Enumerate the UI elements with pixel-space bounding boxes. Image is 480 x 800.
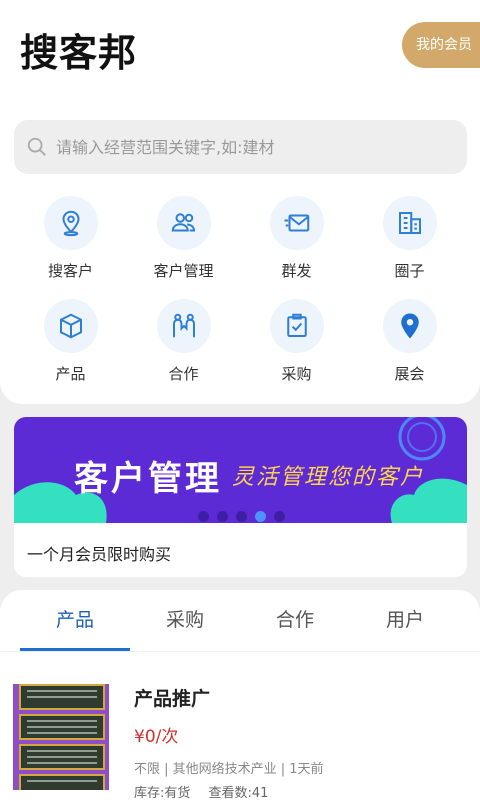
grid-item-search-customers[interactable]: 搜客户 — [14, 196, 127, 299]
grid-item-purchase[interactable]: 采购 — [240, 299, 353, 402]
product-views: 查看数:41 — [208, 786, 269, 800]
search-icon — [27, 137, 46, 156]
search-input[interactable] — [56, 137, 446, 157]
carousel-dot[interactable] — [274, 511, 285, 522]
grid-label: 群发 — [281, 262, 312, 280]
carousel-dot[interactable] — [217, 511, 228, 522]
handshake-icon — [172, 313, 195, 338]
product-thumbnail — [13, 684, 109, 790]
tab-products[interactable]: 产品 — [20, 590, 130, 651]
banner-title: 客户管理 — [74, 459, 222, 499]
promo-banner[interactable]: 客户管理 灵活管理您的客户 — [14, 417, 467, 523]
grid-item-customer-management[interactable]: 客户管理 — [127, 196, 240, 299]
product-stats: 库存:有货 查看数:41 — [134, 782, 268, 800]
users-icon — [171, 213, 195, 232]
product-list-item[interactable]: 产品推广 ¥0/次 不限 | 其他网络技术产业 | 1天前 库存:有货 查看数:… — [13, 684, 468, 800]
grid-label: 客户管理 — [153, 262, 214, 280]
grid-label: 圈子 — [394, 262, 425, 280]
search-bar[interactable] — [14, 120, 467, 174]
clipboard-check-icon — [286, 313, 307, 337]
tab-users[interactable]: 用户 — [350, 590, 460, 651]
promo-banner-card[interactable]: 客户管理 灵活管理您的客户 一个月会员限时购买 — [14, 417, 467, 577]
map-marker-icon — [400, 313, 419, 339]
grid-label: 展会 — [394, 365, 425, 383]
grid-item-exhibition[interactable]: 展会 — [353, 299, 466, 402]
tab-purchase[interactable]: 采购 — [130, 590, 240, 651]
grid-label: 搜客户 — [47, 262, 93, 280]
carousel-dot[interactable] — [236, 511, 247, 522]
listing-section: 产品 采购 合作 用户 产品推广 ¥0/次 不限 | 其他网络技术产业 | 1天… — [0, 590, 480, 800]
grid-label: 采购 — [281, 365, 312, 383]
mail-icon — [284, 214, 309, 232]
carousel-indicator — [198, 511, 285, 522]
app-title: 搜客邦 — [20, 31, 138, 75]
banner-subtitle: 灵活管理您的客户 — [232, 465, 425, 490]
grid-item-products[interactable]: 产品 — [14, 299, 127, 402]
grid-label: 合作 — [168, 365, 199, 383]
product-price: ¥0/次 — [134, 727, 179, 747]
grid-label: 产品 — [55, 365, 86, 383]
product-title: 产品推广 — [134, 688, 211, 710]
product-meta: 不限 | 其他网络技术产业 | 1天前 — [134, 762, 324, 777]
tab-bar: 产品 采购 合作 用户 — [0, 590, 480, 652]
box-icon — [59, 313, 82, 339]
carousel-dot-active[interactable] — [255, 511, 266, 522]
grid-item-circle[interactable]: 圈子 — [353, 196, 466, 299]
top-card: 搜客邦 我的会员 搜客户 客户管理 — [0, 0, 480, 404]
buildings-icon — [398, 212, 421, 234]
grid-item-mass-send[interactable]: 群发 — [240, 196, 353, 299]
grid-item-cooperation[interactable]: 合作 — [127, 299, 240, 402]
my-membership-button[interactable]: 我的会员 — [402, 22, 480, 68]
location-pin-icon — [61, 210, 80, 237]
product-stock: 库存:有货 — [134, 786, 191, 800]
carousel-dot[interactable] — [198, 511, 209, 522]
banner-caption[interactable]: 一个月会员限时购买 — [27, 541, 171, 565]
feature-grid: 搜客户 客户管理 群发 圈子 产品 合作 采购 展会 — [14, 196, 466, 402]
tab-cooperation[interactable]: 合作 — [240, 590, 350, 651]
